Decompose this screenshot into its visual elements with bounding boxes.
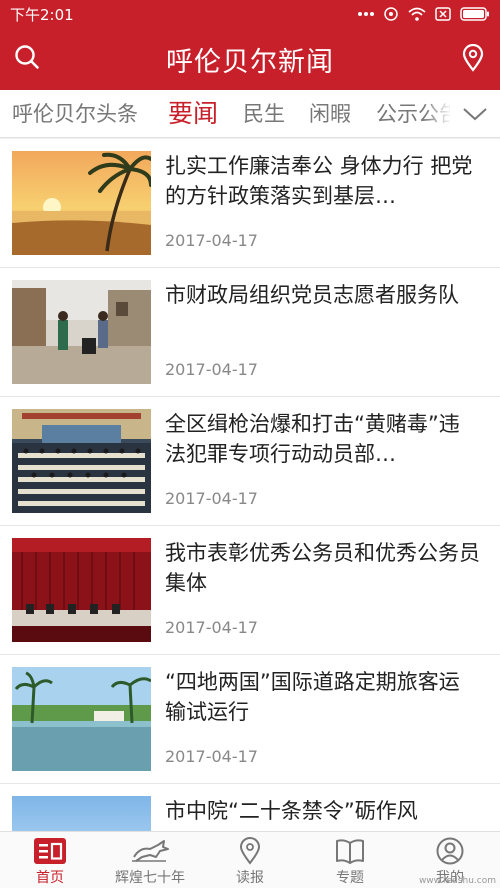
news-item[interactable]: 市中院“二十条禁令”砺作风 [0,784,500,831]
news-thumbnail [12,151,151,255]
status-bar: 下午2:01 [0,0,500,28]
tabbar-label: 首页 [36,870,64,886]
tab-important-news[interactable]: 要闻 [168,90,218,137]
location-pin-icon [462,44,484,72]
more-tabs-button[interactable] [450,90,500,137]
news-date: 2017-04-17 [165,489,258,508]
wifi-icon [408,7,426,21]
sim-blocked-icon [435,7,451,21]
location-button[interactable] [458,42,488,74]
tabbar-label: 专题 [336,870,364,886]
home-icon [34,838,66,864]
more-dots-icon [358,11,374,17]
news-title: “四地两国”国际道路定期旅客运输试运行 [165,670,460,724]
news-title: 市财政局组织党员志愿者服务队 [165,283,459,307]
status-time: 下午2:01 [10,5,74,24]
search-button[interactable] [12,42,42,72]
news-list: 扎实工作廉洁奉公 身体力行 把党的方针政策落实到基层… 2017-04-17 市… [0,139,500,831]
battery-icon [460,7,490,21]
tabbar-item-home[interactable]: 首页 [0,832,100,888]
news-date: 2017-04-17 [165,618,258,637]
news-title: 我市表彰优秀公务员和优秀公务员集体 [165,541,480,595]
news-title: 全区缉枪治爆和打击“黄赌毒”违法犯罪专项行动动员部… [165,412,460,466]
tabbar-label: 读报 [236,870,264,886]
chevron-down-icon [463,107,487,120]
news-title: 扎实工作廉洁奉公 身体力行 把党的方针政策落实到基层… [165,154,473,208]
news-date: 2017-04-17 [165,360,258,379]
news-item[interactable]: 我市表彰优秀公务员和优秀公务员集体 2017-04-17 [0,526,500,655]
news-item[interactable]: 市财政局组织党员志愿者服务队 2017-04-17 [0,268,500,397]
page-title: 呼伦贝尔新闻 [166,46,334,78]
notification-icon [383,6,399,22]
horse-icon [132,840,169,862]
tabbar-item-read-paper[interactable]: 读报 [200,832,300,888]
tabbar-item-glory-70[interactable]: 辉煌七十年 [100,832,200,888]
news-item[interactable]: “四地两国”国际道路定期旅客运输试运行 2017-04-17 [0,655,500,784]
news-item[interactable]: 扎实工作廉洁奉公 身体力行 把党的方针政策落实到基层… 2017-04-17 [0,139,500,268]
search-icon [15,45,39,69]
location-pin-icon [239,837,261,865]
watermark: www.redshu.com [418,876,496,886]
user-icon [436,837,464,865]
category-tabs: 呼伦贝尔头条 要闻 民生 闲暇 公示公告 [0,90,500,138]
news-thumbnail [12,796,151,831]
book-icon [336,839,364,864]
status-icons [358,6,490,22]
news-date: 2017-04-17 [165,231,258,250]
news-thumbnail [12,280,151,384]
tab-livelihood[interactable]: 民生 [243,90,285,137]
tab-headlines[interactable]: 呼伦贝尔头条 [12,90,138,137]
tabbar-item-topics[interactable]: 专题 [300,832,400,888]
news-title: 市中院“二十条禁令”砺作风 [165,799,418,823]
news-thumbnail [12,409,151,513]
news-item[interactable]: 全区缉枪治爆和打击“黄赌毒”违法犯罪专项行动动员部… 2017-04-17 [0,397,500,526]
news-thumbnail [12,667,151,771]
tabbar-label: 辉煌七十年 [115,870,185,886]
news-date: 2017-04-17 [165,747,258,766]
app-header: 呼伦贝尔新闻 [0,28,500,90]
bottom-tab-bar: 首页 辉煌七十年 读报 专题 我的 www.redshu.com [0,831,500,888]
news-thumbnail [12,538,151,642]
tab-leisure[interactable]: 闲暇 [309,90,351,137]
tabs-fade [424,90,452,137]
